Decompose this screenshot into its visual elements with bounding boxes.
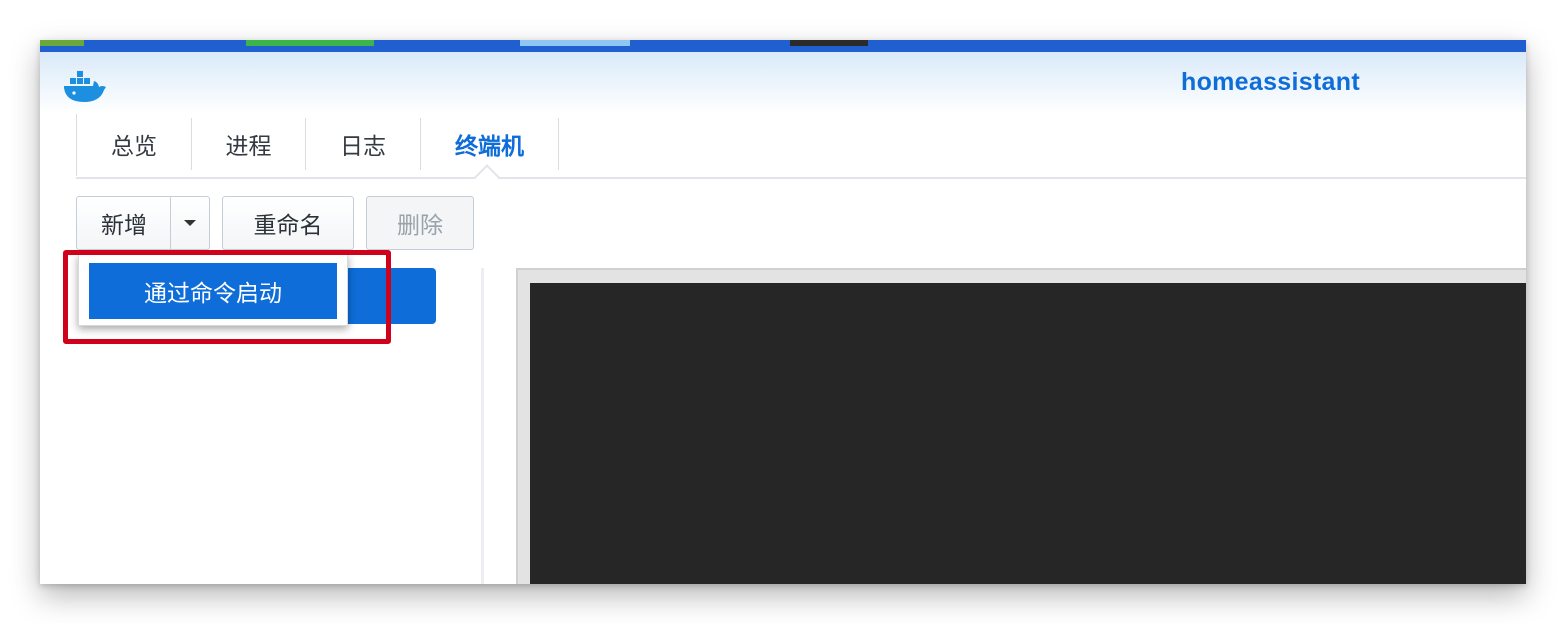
tab-logs[interactable]: 日志 (306, 118, 421, 170)
add-button[interactable]: 新增 (77, 206, 171, 240)
tab-processes[interactable]: 进程 (192, 118, 306, 170)
title-bar: homeassistant (40, 52, 1526, 114)
tab-terminal[interactable]: 终端机 (421, 118, 559, 170)
rename-button[interactable]: 重命名 (222, 196, 354, 250)
delete-button[interactable]: 删除 (366, 196, 474, 250)
window-title: homeassistant (1181, 68, 1360, 96)
tab-overview[interactable]: 总览 (77, 118, 192, 170)
docker-whale-icon (60, 68, 108, 108)
panel-divider (481, 268, 484, 584)
container-detail-window: homeassistant 总览 进程 日志 终端机 新增 重命名 删除 通过命… (40, 40, 1526, 584)
split-button-separator (170, 196, 171, 250)
add-split-button: 新增 (76, 196, 210, 250)
add-dropdown-toggle[interactable] (171, 197, 209, 249)
chevron-down-icon (184, 220, 196, 226)
tab-divider (76, 177, 1526, 179)
desktop-background-strip (40, 40, 1526, 52)
selected-terminal-item[interactable] (340, 268, 436, 324)
menu-item-launch-with-command[interactable]: 通过命令启动 (89, 263, 337, 319)
add-dropdown-menu: 通过命令启动 (78, 254, 348, 326)
terminal-screen[interactable] (530, 283, 1526, 584)
